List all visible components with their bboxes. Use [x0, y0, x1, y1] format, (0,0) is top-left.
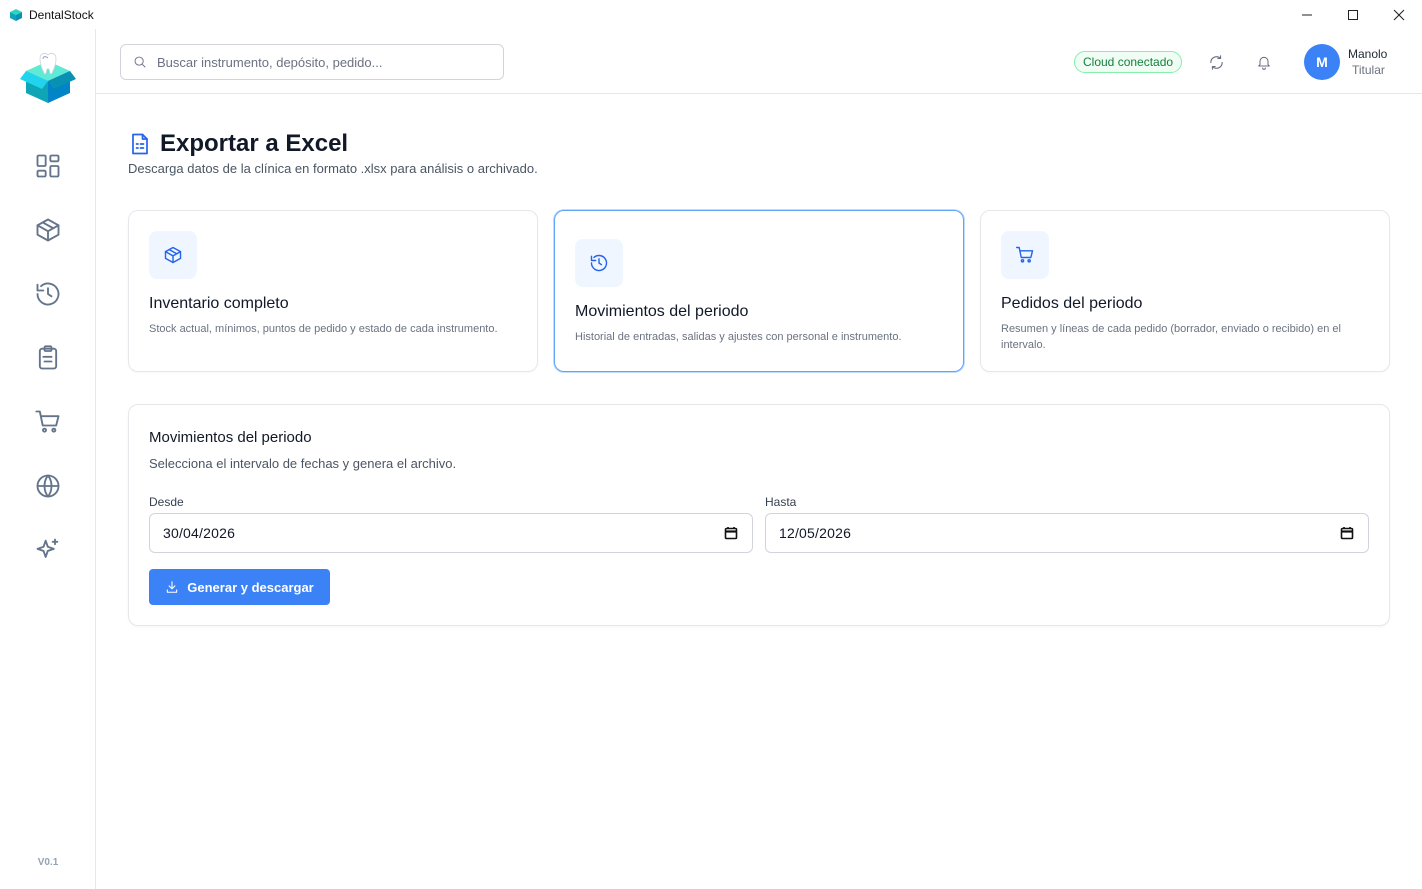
cloud-status-badge: Cloud conectado	[1074, 51, 1183, 73]
sidebar-item-movements[interactable]	[28, 274, 68, 314]
search-icon	[134, 56, 146, 68]
user-avatar[interactable]: M	[1304, 44, 1340, 80]
top-header: Cloud conectado M Manolo Titular	[96, 29, 1422, 94]
history-icon	[590, 254, 608, 272]
page-title-row: Exportar a Excel	[130, 130, 348, 158]
sync-button[interactable]	[1203, 49, 1229, 75]
spreadsheet-file-icon	[132, 133, 148, 155]
download-icon	[167, 581, 178, 593]
page-title: Exportar a Excel	[160, 130, 349, 157]
from-date-value: 30/04/2026	[163, 525, 236, 541]
refresh-icon	[1209, 54, 1223, 70]
generate-download-label: Generar y descargar	[187, 579, 314, 595]
to-date-value: 12/05/2026	[779, 525, 852, 541]
sidebar-item-dashboard[interactable]	[28, 146, 68, 186]
maximize-icon	[1348, 9, 1358, 20]
calendar-icon[interactable]	[1340, 526, 1354, 545]
form-subtitle: Selecciona el intervalo de fechas y gene…	[149, 456, 457, 471]
sidebar-item-orders[interactable]	[28, 402, 68, 442]
export-option-description: Stock actual, mínimos, puntos de pedido …	[149, 323, 498, 335]
export-option-description: Resumen y líneas de cada pedido (borrado…	[1001, 323, 1341, 351]
globe-icon	[36, 474, 60, 498]
sidebar: V0.1	[0, 29, 96, 889]
dental-box-logo-icon	[20, 52, 76, 103]
sidebar-item-ai[interactable]	[28, 530, 68, 570]
from-date-input[interactable]: 30/04/2026	[149, 513, 753, 553]
generate-download-button[interactable]: Generar y descargar	[149, 569, 330, 605]
export-option-inventory[interactable]: Inventario completo Stock actual, mínimo…	[128, 210, 538, 372]
export-option-description: Historial de entradas, salidas y ajustes…	[575, 331, 902, 343]
notifications-button[interactable]	[1251, 49, 1277, 75]
shopping-cart-icon	[35, 410, 60, 433]
box-icon	[36, 218, 60, 242]
search-box[interactable]	[120, 44, 504, 80]
title-bar: DentalStock	[0, 0, 1422, 29]
user-role: Titular	[1352, 63, 1385, 77]
page-subtitle: Descarga datos de la clínica en formato …	[128, 161, 538, 176]
close-button[interactable]	[1376, 0, 1422, 29]
user-name: Manolo	[1348, 47, 1388, 61]
sidebar-item-checklist[interactable]	[28, 338, 68, 378]
export-form-panel: Movimientos del periodo Selecciona el in…	[128, 404, 1390, 626]
shopping-cart-icon	[1015, 246, 1034, 263]
export-option-movements[interactable]: Movimientos del periodo Historial de ent…	[554, 210, 964, 372]
export-option-title: Pedidos del periodo	[1001, 295, 1143, 312]
export-option-orders[interactable]: Pedidos del periodo Resumen y líneas de …	[980, 210, 1390, 372]
export-option-icon	[149, 231, 197, 279]
maximize-button[interactable]	[1330, 0, 1376, 29]
form-title: Movimientos del periodo	[149, 429, 312, 446]
app-version: V0.1	[37, 857, 59, 868]
history-icon	[36, 282, 60, 306]
search-input[interactable]	[157, 54, 487, 70]
minimize-button[interactable]	[1284, 0, 1330, 29]
app-logo-icon	[10, 8, 22, 21]
export-option-icon	[1001, 231, 1049, 279]
export-option-title: Movimientos del periodo	[575, 303, 749, 320]
sparkles-icon	[36, 538, 59, 558]
export-option-icon	[575, 239, 623, 287]
bell-icon	[1258, 56, 1270, 70]
to-date-input[interactable]: 12/05/2026	[765, 513, 1369, 553]
app-logo[interactable]	[17, 48, 79, 110]
dashboard-grid-icon	[36, 154, 60, 178]
box-icon	[164, 246, 182, 264]
calendar-icon[interactable]	[724, 526, 738, 545]
sidebar-item-inventory[interactable]	[28, 210, 68, 250]
window-title: DentalStock	[29, 7, 94, 22]
minimize-icon	[1302, 14, 1312, 15]
to-date-label: Hasta	[765, 495, 797, 509]
export-option-title: Inventario completo	[149, 295, 289, 312]
close-icon	[1393, 9, 1405, 20]
sidebar-item-cloud[interactable]	[28, 466, 68, 506]
clipboard-list-icon	[38, 345, 58, 370]
from-date-label: Desde	[149, 495, 184, 509]
main-content: Exportar a Excel Descarga datos de la cl…	[96, 94, 1422, 889]
